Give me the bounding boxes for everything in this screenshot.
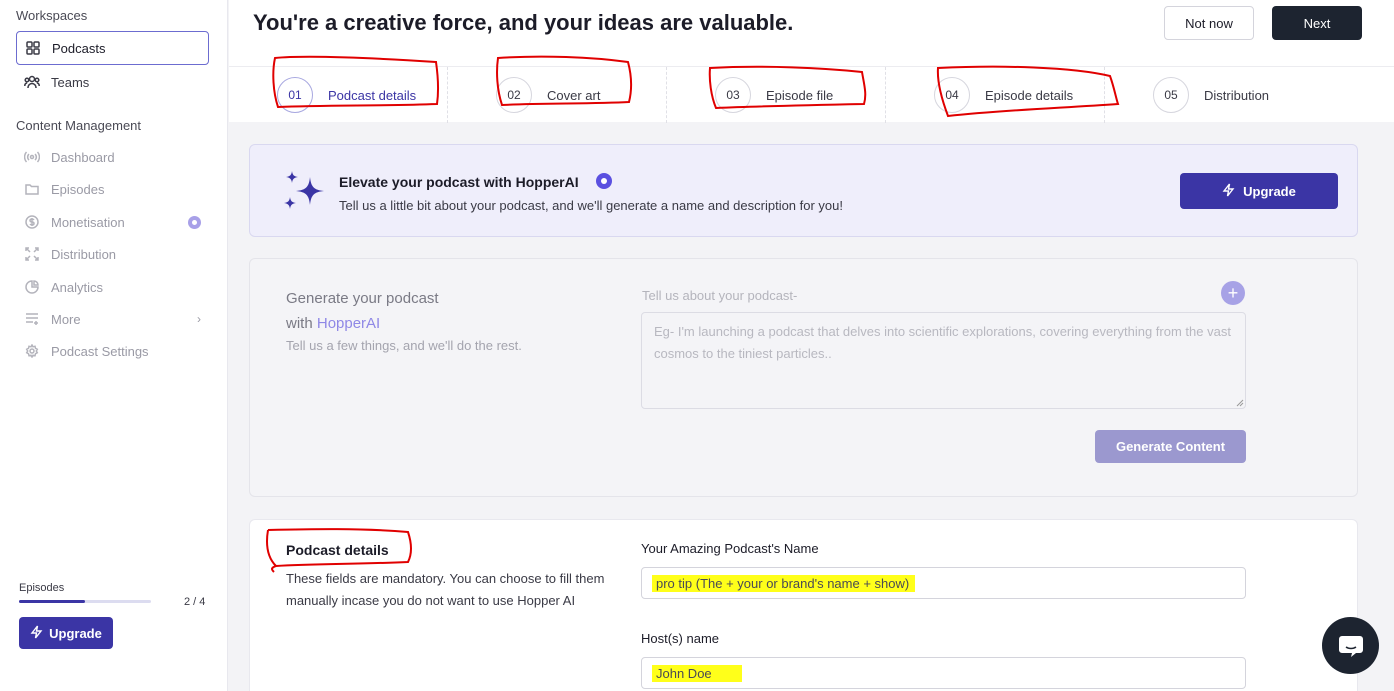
- step-episode-details[interactable]: 04 Episode details: [886, 67, 1105, 123]
- sidebar-item-podcast-settings[interactable]: Podcast Settings: [16, 334, 209, 368]
- step-label: Distribution: [1204, 87, 1270, 103]
- sidebar-item-label: More: [51, 311, 81, 327]
- step-number: 03: [715, 77, 751, 113]
- step-number: 02: [496, 77, 532, 113]
- sidebar-item-episodes[interactable]: Episodes: [16, 172, 209, 206]
- host-name-label: Host(s) name: [641, 631, 720, 646]
- episodes-progress-bar: [19, 600, 151, 603]
- dollar-icon: [24, 214, 40, 230]
- sidebar-item-monetisation[interactable]: Monetisation: [16, 205, 209, 239]
- workspaces-heading: Workspaces: [16, 8, 88, 23]
- content-management-heading: Content Management: [16, 118, 142, 133]
- generate-title-accent: HopperAI: [316, 315, 381, 332]
- sidebar-item-podcasts[interactable]: Podcasts: [16, 31, 209, 65]
- sidebar-item-distribution[interactable]: Distribution: [16, 237, 209, 271]
- podcast-about-label: Tell us about your podcast-: [642, 288, 798, 303]
- sidebar-item-label: Analytics: [51, 279, 104, 295]
- step-podcast-details[interactable]: 01 Podcast details: [229, 67, 448, 123]
- episodes-usage-label: Episodes: [19, 582, 65, 594]
- sidebar-item-label: Distribution: [51, 246, 117, 262]
- chat-support-button[interactable]: [1322, 617, 1379, 674]
- generate-title: Generate your podcast with HopperAI: [286, 286, 439, 336]
- episodes-progress-fill: [19, 600, 85, 603]
- next-button[interactable]: Next: [1272, 6, 1362, 40]
- generate-title-with: with: [286, 315, 313, 332]
- sidebar: Workspaces Podcasts Teams Content Manage…: [0, 0, 228, 691]
- broadcast-icon: [24, 149, 40, 165]
- not-now-button[interactable]: Not now: [1164, 6, 1254, 40]
- step-cover-art[interactable]: 02 Cover art: [448, 67, 667, 123]
- generate-content-button[interactable]: Generate Content: [1095, 430, 1246, 463]
- sidebar-item-label: Dashboard: [51, 149, 115, 165]
- podcast-about-textarea[interactable]: Eg- I'm launching a podcast that delves …: [641, 312, 1246, 409]
- details-subtitle: These fields are mandatory. You can choo…: [286, 571, 605, 608]
- hopperai-promo-banner: Elevate your podcast with HopperAI Tell …: [249, 144, 1358, 237]
- grid-icon: [25, 40, 41, 56]
- plus-icon[interactable]: +: [1221, 281, 1245, 305]
- episodes-count: 2 / 4: [184, 596, 206, 608]
- sidebar-item-analytics[interactable]: Analytics: [16, 270, 209, 304]
- sidebar-item-label: Monetisation: [51, 214, 125, 230]
- chevron-right-icon: ›: [197, 312, 201, 326]
- page-header: You're a creative force, and your ideas …: [229, 0, 1394, 66]
- podcast-name-value: pro tip (The + your or brand's name + sh…: [652, 574, 916, 592]
- step-distribution[interactable]: 05 Distribution: [1105, 67, 1324, 123]
- promo-subtitle: Tell us a little bit about your podcast,…: [339, 198, 844, 213]
- folder-icon: [24, 181, 40, 197]
- lightning-icon: [1222, 183, 1235, 200]
- step-label: Cover art: [547, 87, 601, 103]
- podcast-details-card: Podcast details These fields are mandato…: [249, 519, 1358, 691]
- promo-title: Elevate your podcast with HopperAI: [339, 174, 579, 190]
- list-icon: [24, 311, 40, 327]
- sidebar-item-more[interactable]: More ›: [16, 302, 209, 336]
- step-number: 05: [1153, 77, 1189, 113]
- podcast-name-input[interactable]: pro tip (The + your or brand's name + sh…: [641, 567, 1246, 599]
- sidebar-item-teams[interactable]: Teams: [16, 65, 209, 99]
- promo-upgrade-button[interactable]: Upgrade: [1180, 173, 1338, 209]
- premium-badge-icon: [188, 215, 201, 229]
- expand-icon: [24, 246, 40, 262]
- sidebar-item-label: Podcast Settings: [51, 343, 149, 359]
- step-label: Podcast details: [328, 87, 417, 103]
- lightning-icon: [30, 625, 43, 642]
- stepper: 01 Podcast details 02 Cover art 03 Episo…: [229, 66, 1394, 123]
- sparkle-icon: [284, 171, 324, 209]
- details-title: Podcast details: [286, 542, 389, 558]
- host-name-value: John Doe: [652, 664, 742, 682]
- podcast-name-label: Your Amazing Podcast's Name: [641, 541, 819, 556]
- generate-podcast-card: Generate your podcast with HopperAI Tell…: [249, 258, 1358, 497]
- sidebar-item-label: Podcasts: [52, 40, 106, 56]
- step-label: Episode file: [766, 87, 834, 103]
- step-episode-file[interactable]: 03 Episode file: [667, 67, 886, 123]
- sidebar-item-dashboard[interactable]: Dashboard: [16, 140, 209, 174]
- upgrade-label: Upgrade: [49, 625, 102, 641]
- gear-icon: [24, 343, 40, 359]
- sidebar-item-label: Episodes: [51, 181, 105, 197]
- step-label: Episode details: [985, 87, 1074, 103]
- premium-badge-icon: [596, 173, 612, 189]
- step-number: 04: [934, 77, 970, 113]
- sidebar-upgrade-button[interactable]: Upgrade: [19, 617, 113, 649]
- generate-title-line1: Generate your podcast: [286, 290, 439, 307]
- chat-icon: [1338, 635, 1363, 657]
- sidebar-item-label: Teams: [51, 74, 90, 90]
- pie-chart-icon: [24, 279, 40, 295]
- upgrade-label: Upgrade: [1243, 183, 1296, 199]
- page-title: You're a creative force, and your ideas …: [253, 10, 794, 35]
- users-icon: [24, 74, 40, 90]
- step-number: 01: [277, 77, 313, 113]
- generate-subtitle: Tell us a few things, and we'll do the r…: [286, 338, 522, 353]
- resize-handle-icon[interactable]: [1236, 399, 1244, 407]
- host-name-input[interactable]: John Doe: [641, 657, 1246, 689]
